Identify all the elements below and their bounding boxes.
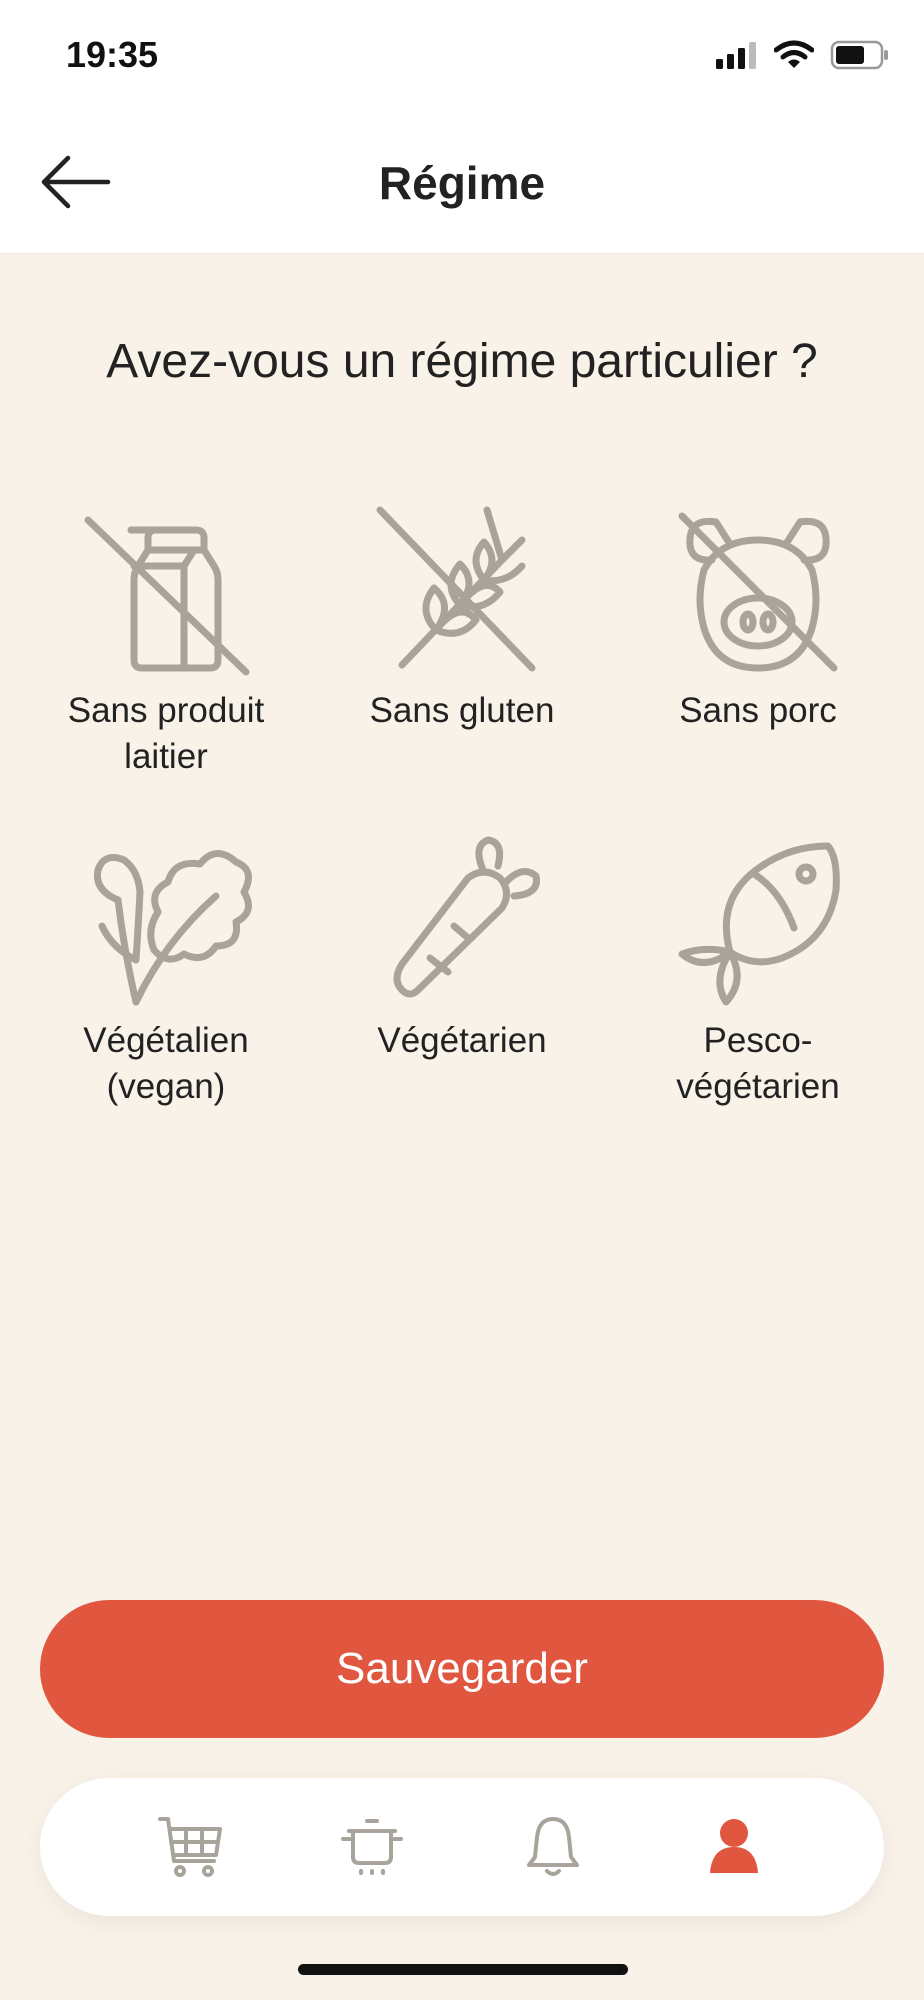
option-label-line1: Sans porc [679, 691, 837, 730]
no-pork-icon [678, 512, 838, 672]
option-label-line1: Végétalien [83, 1021, 249, 1060]
carrot-icon [393, 836, 541, 998]
home-indicator [298, 1964, 628, 1975]
save-button[interactable]: Sauvegarder [40, 1600, 884, 1738]
option-label-line1: Végétarien [377, 1021, 547, 1060]
tab-recipes[interactable] [327, 1802, 417, 1892]
option-pescatarian[interactable]: Pesco- végétarien [618, 830, 898, 1110]
leaf-icon [93, 850, 252, 1006]
question-heading: Avez-vous un régime particulier ? [106, 335, 818, 388]
status-icons [714, 40, 890, 70]
user-icon [709, 1819, 758, 1873]
header: Régime [0, 110, 924, 254]
option-label-line2: végétarien [676, 1067, 840, 1106]
page-title: Régime [378, 157, 546, 209]
option-label-line1: Sans gluten [369, 691, 555, 730]
cooking-pot-icon [340, 1819, 403, 1875]
tab-profile[interactable] [689, 1802, 779, 1892]
status-time: 19:35 [66, 34, 159, 75]
battery-icon [830, 40, 888, 70]
option-label-line2: laitier [124, 737, 208, 776]
option-label-line2: (vegan) [106, 1067, 226, 1106]
tab-bar [40, 1778, 884, 1916]
no-wheat-icon [376, 506, 536, 672]
wifi-icon [774, 40, 814, 68]
option-label-line1: Pesco- [703, 1021, 813, 1060]
option-label-line1: Sans produit [67, 691, 265, 730]
option-no-pork[interactable]: Sans porc [618, 500, 898, 734]
status-bar: 19:35 [0, 0, 924, 110]
tab-notifications[interactable] [508, 1802, 598, 1892]
option-no-dairy[interactable]: Sans produit laitier [26, 500, 306, 780]
option-gluten-free[interactable]: Sans gluten [322, 500, 602, 734]
cart-icon [157, 1817, 222, 1877]
tab-cart[interactable] [146, 1802, 236, 1892]
bell-icon [526, 1817, 579, 1876]
no-milk-icon [84, 516, 250, 676]
option-vegan[interactable]: Végétalien (vegan) [26, 830, 306, 1110]
option-vegetarian[interactable]: Végétarien [322, 830, 602, 1064]
fish-icon [678, 842, 840, 1006]
signal-icon [716, 42, 756, 69]
